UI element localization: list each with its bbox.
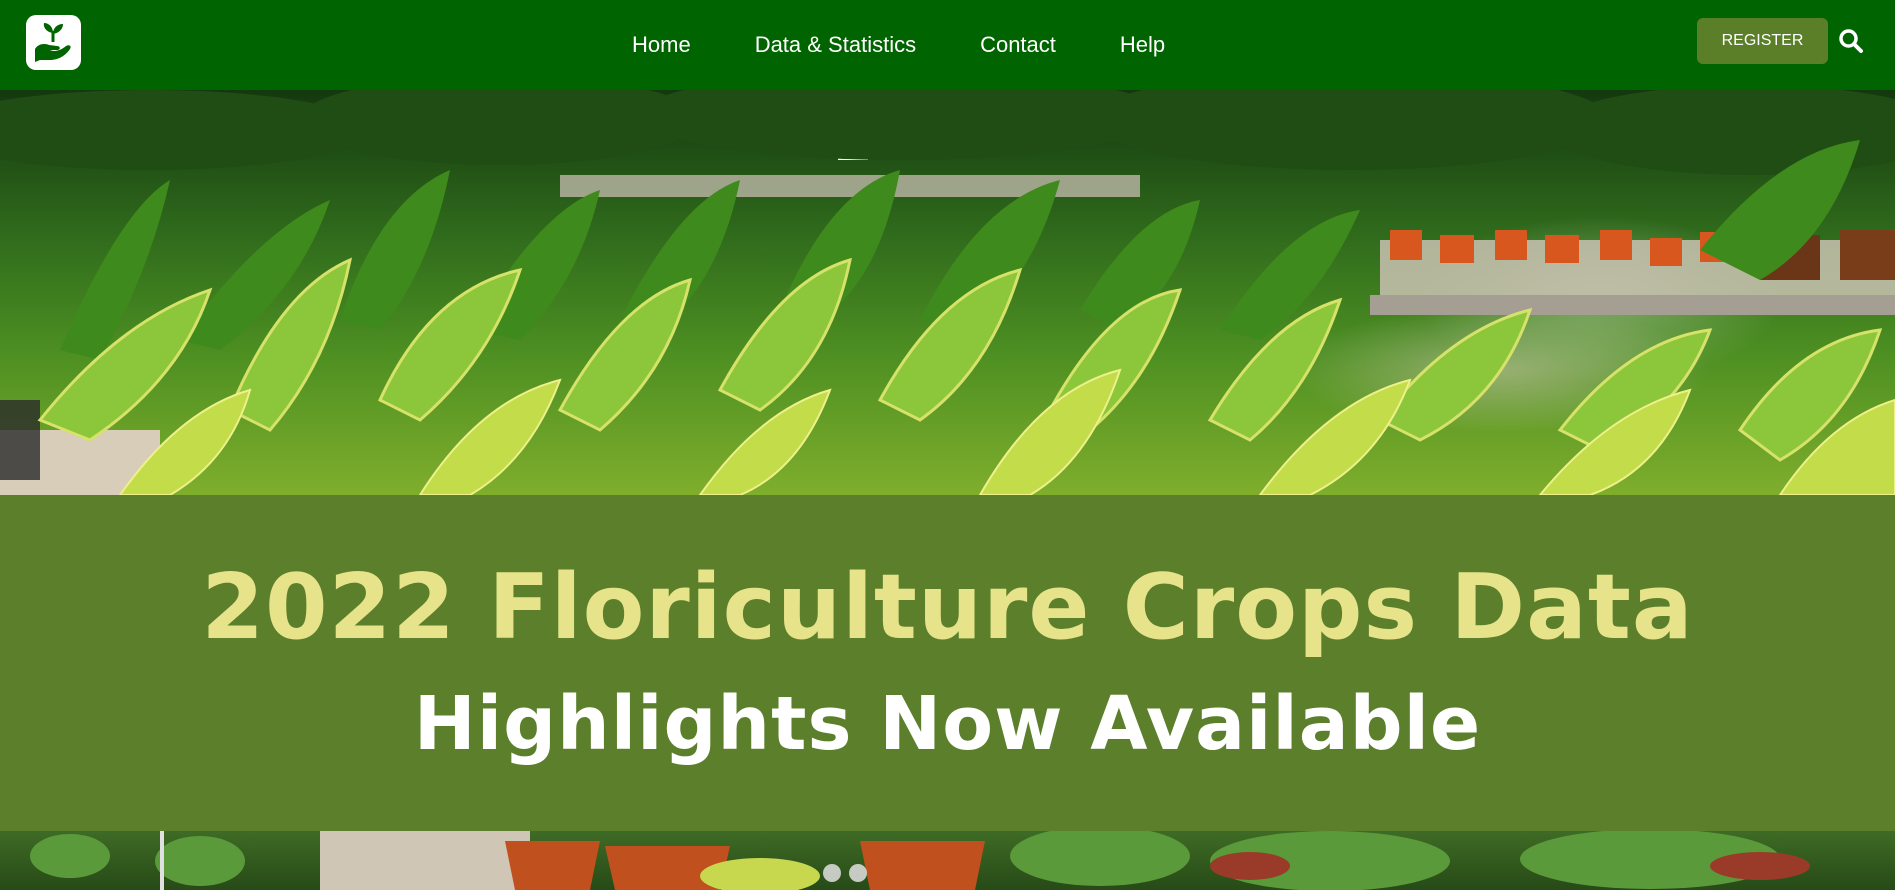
carousel-indicators [823,864,867,882]
nav-contact[interactable]: Contact [980,32,1056,58]
banner-title-text: Floriculture Crops Data [488,555,1694,660]
nav-help[interactable]: Help [1120,32,1165,58]
nav-data-statistics[interactable]: Data & Statistics [755,32,916,58]
nav-home[interactable]: Home [632,32,691,58]
banner-title: 2022 Floriculture Crops Data [0,555,1895,660]
hero-image-plants [0,90,1895,495]
main-nav: Home Data & Statistics Contact Help [600,0,1197,90]
banner-year: 2022 [201,555,456,660]
register-button[interactable]: REGISTER [1697,18,1828,64]
hero-image-bottom-strip [0,831,1895,890]
top-navbar: Home Data & Statistics Contact Help REGI… [0,0,1895,90]
potted-plants-illustration [30,831,1810,890]
search-icon [1839,29,1863,53]
hero-banner[interactable]: 2022 Floriculture Crops Data Highlights … [0,495,1895,831]
hand-holding-sprout-icon [35,23,71,62]
banner-subtitle: Highlights Now Available [413,681,1482,767]
site-logo[interactable] [26,15,81,70]
plant-foliage-illustration [0,90,1895,495]
search-button[interactable] [1838,28,1864,54]
carousel-dot-1[interactable] [823,864,841,882]
carousel-dot-2[interactable] [849,864,867,882]
page: Home Data & Statistics Contact Help REGI… [0,0,1895,890]
